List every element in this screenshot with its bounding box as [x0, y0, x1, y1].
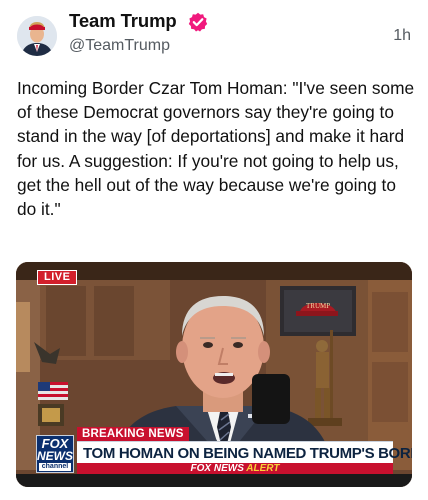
author-display-name[interactable]: Team Trump: [69, 10, 177, 32]
fox-news-alert-bar: FOX NEWS ALERT: [77, 463, 393, 474]
post-timestamp[interactable]: 1h: [393, 27, 411, 45]
chyron-headline-bar: TOM HOMAN ON BEING NAMED TRUMP'S BORDER …: [77, 441, 412, 463]
live-badge: LIVE: [37, 270, 78, 285]
fox-logo-line3: channel: [39, 463, 71, 471]
chyron-headline: TOM HOMAN ON BEING NAMED TRUMP'S BORDER …: [83, 445, 412, 462]
post-text: Incoming Border Czar Tom Homan: "I've se…: [17, 78, 419, 220]
avatar[interactable]: [17, 16, 57, 56]
post-header: Team Trump @TeamTrump 1h: [0, 0, 428, 64]
ticker-stripe: [16, 474, 412, 487]
alert-word: ALERT: [246, 463, 280, 474]
cap-lettering: TRUMP: [306, 302, 330, 310]
fox-logo-line2: NEWS: [37, 449, 73, 463]
avatar-image: [17, 16, 57, 56]
verified-badge-icon: [188, 12, 208, 32]
author-handle[interactable]: @TeamTrump: [69, 37, 170, 55]
post-media-video[interactable]: TRUMP LIVE FOX NEWS channel BREAKING NEW…: [16, 262, 412, 487]
breaking-news-tag: BREAKING NEWS: [77, 427, 189, 441]
fox-news-logo: FOX NEWS channel: [36, 435, 74, 473]
alert-brand: FOX NEWS: [190, 463, 244, 474]
